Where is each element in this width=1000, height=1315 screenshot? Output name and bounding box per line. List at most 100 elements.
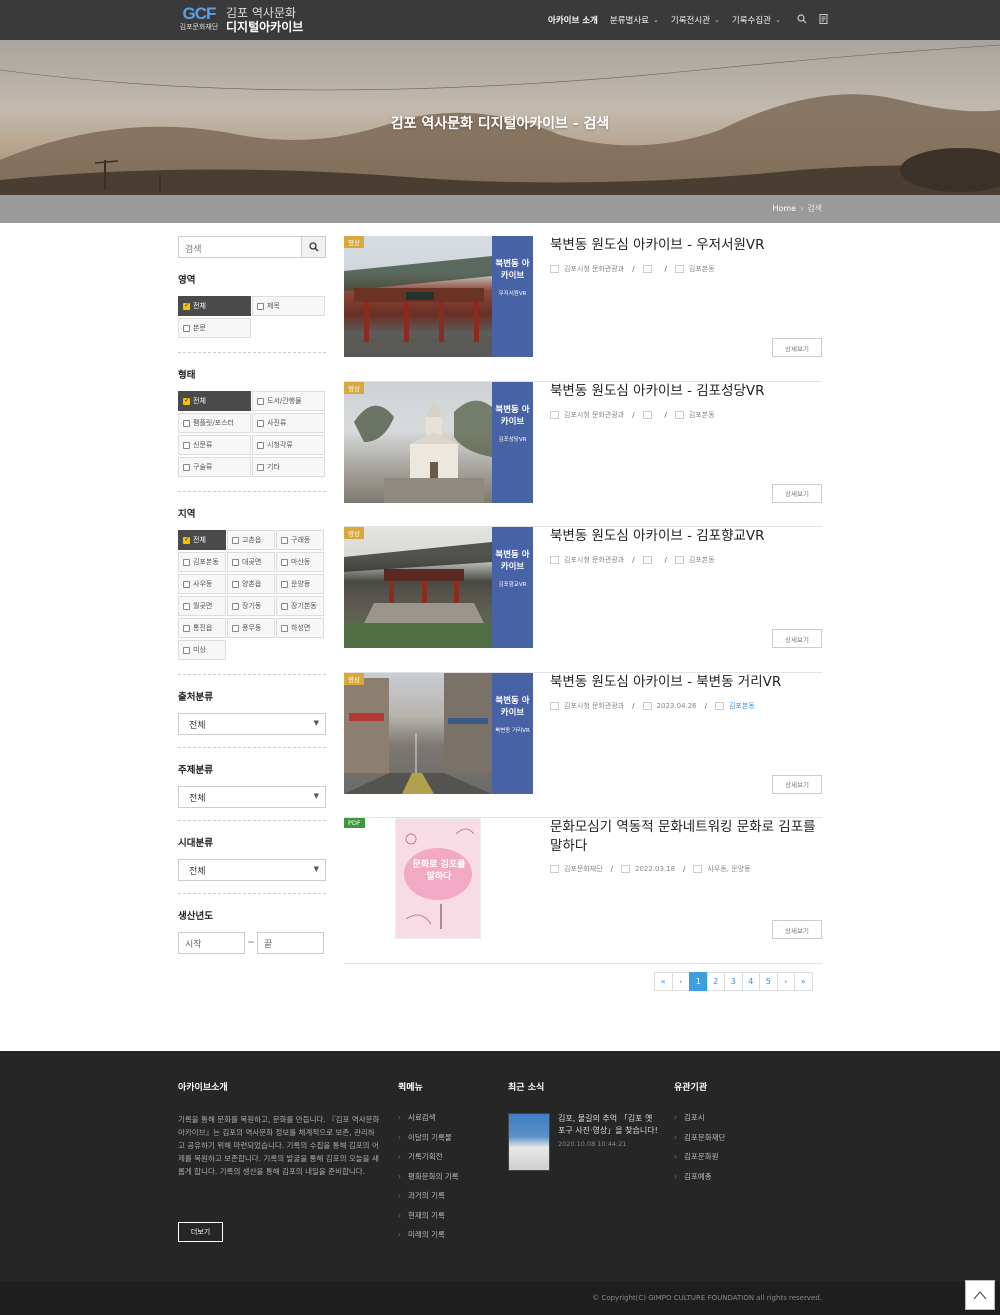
related-link[interactable]: › 김포문화원 <box>674 1152 725 1162</box>
edit-icon <box>550 865 559 873</box>
meta-place[interactable]: 김포본동 <box>689 264 715 274</box>
form-option[interactable]: 신문류 <box>178 435 251 455</box>
meta-date: 2022.03.18 <box>635 865 676 873</box>
region-option[interactable]: 전체 <box>178 530 226 550</box>
more-button[interactable]: 더보기 <box>178 1222 223 1242</box>
nav-item-exhibition[interactable]: 기록전시관 ⌄ <box>671 14 720 26</box>
region-option[interactable]: 마산동 <box>276 552 324 572</box>
meta-place[interactable]: 사우동, 운양동 <box>707 864 750 874</box>
quick-link[interactable]: › 평화문화의 기록 <box>398 1172 459 1182</box>
result-thumbnail[interactable]: PDF 문화로 김포를 말하다 <box>344 818 533 939</box>
area-option[interactable]: 본문 <box>178 318 251 338</box>
form-option[interactable]: 도서/간행물 <box>252 391 325 411</box>
region-option[interactable]: 양촌읍 <box>227 574 275 594</box>
region-option[interactable]: 운양동 <box>276 574 324 594</box>
quick-link[interactable]: › 현재의 기록 <box>398 1211 459 1221</box>
nav-item-collection[interactable]: 기록수집관 ⌄ <box>732 14 781 26</box>
scroll-top-button[interactable] <box>965 1280 995 1310</box>
source-select[interactable]: 전체 ▼ <box>178 713 326 735</box>
search-button[interactable] <box>301 237 325 257</box>
detail-button[interactable]: 상세보기 <box>772 774 822 794</box>
quick-link[interactable]: › 미래의 기록 <box>398 1230 459 1240</box>
search-icon[interactable] <box>797 13 807 27</box>
region-option[interactable]: 풍무동 <box>227 618 275 638</box>
area-option[interactable]: 제목 <box>252 296 325 316</box>
result-title[interactable]: 문화모심기 역동적 문화네트워킹 문화로 김포를 말하다 <box>550 818 822 856</box>
region-option[interactable]: 고촌읍 <box>227 530 275 550</box>
subject-select[interactable]: 전체 ▼ <box>178 786 326 808</box>
era-select[interactable]: 전체 ▼ <box>178 859 326 881</box>
chevron-down-icon: ▼ <box>313 792 319 800</box>
detail-button[interactable]: 상세보기 <box>772 338 822 357</box>
result-title[interactable]: 북변동 원도심 아카이브 - 우저서원VR <box>550 236 822 255</box>
region-option[interactable]: 장기본동 <box>276 596 324 616</box>
region-option[interactable]: 사우동 <box>178 574 226 594</box>
result-title[interactable]: 북변동 원도심 아카이브 - 북변동 거리VR <box>550 673 822 692</box>
document-icon[interactable] <box>819 13 828 27</box>
page-button[interactable]: 2 <box>706 972 725 991</box>
cathedral-image <box>354 399 492 503</box>
region-option[interactable]: 미상 <box>178 640 226 660</box>
breadcrumb-bar: Home › 검색 <box>0 195 1000 223</box>
meta-place[interactable]: 김포본동 <box>729 701 755 711</box>
copyright-text: © Copyright(C) GIMPO CULTURE FOUNDATION … <box>592 1294 822 1302</box>
link-label: 사료검색 <box>408 1113 436 1122</box>
quick-link[interactable]: › 사료검색 <box>398 1113 459 1123</box>
form-option[interactable]: 전체 <box>178 391 251 411</box>
page-prev-button[interactable]: ‹ <box>671 972 690 991</box>
page-button[interactable]: 3 <box>724 972 743 991</box>
meta-place[interactable]: 김포본동 <box>689 410 715 420</box>
region-option[interactable]: 대곶면 <box>227 552 275 572</box>
related-link[interactable]: › 김포시 <box>674 1113 725 1123</box>
nav-item-category[interactable]: 분류별사료 ⌄ <box>610 14 659 26</box>
quick-link[interactable]: › 기록기획전 <box>398 1152 459 1162</box>
result-title[interactable]: 북변동 원도심 아카이브 - 김포성당VR <box>550 382 822 401</box>
result-thumbnail[interactable]: 영상 북변동 아카이브 우저서원VR <box>344 236 533 357</box>
area-option[interactable]: 전체 <box>178 296 251 316</box>
result-title[interactable]: 북변동 원도심 아카이브 - 김포향교VR <box>550 527 822 546</box>
search-input[interactable] <box>179 240 299 260</box>
page-button[interactable]: 5 <box>759 972 778 991</box>
region-option[interactable]: 월곶면 <box>178 596 226 616</box>
page-button[interactable]: 4 <box>741 972 760 991</box>
form-option[interactable]: 시청각류 <box>252 435 325 455</box>
page-button[interactable]: 1 <box>689 972 708 991</box>
site-logo[interactable]: GCF 김포문화재단 김포 역사문화 디지털아카이브 <box>178 5 304 35</box>
detail-button[interactable]: 상세보기 <box>772 629 822 648</box>
footer-quick-menu: 퀵메뉴 › 사료검색 › 이달의 기록물 › 기록기획전 › 평화문화의 기록 › 과거의… <box>398 1080 459 1250</box>
nav-item-intro[interactable]: 아카이브 소개 <box>548 14 598 26</box>
page-last-button[interactable]: » <box>794 972 813 991</box>
year-end-input[interactable]: 끝 <box>257 932 324 954</box>
option-label: 운양동 <box>291 580 311 588</box>
detail-button[interactable]: 상세보기 <box>772 483 822 503</box>
quick-link[interactable]: › 이달의 기록물 <box>398 1133 459 1143</box>
page-first-button[interactable]: « <box>654 972 673 991</box>
form-option[interactable]: 사진류 <box>252 413 325 433</box>
meta-place[interactable]: 김포본동 <box>689 555 715 565</box>
related-link[interactable]: › 김포예총 <box>674 1172 725 1182</box>
form-option[interactable]: 구술류 <box>178 457 251 477</box>
quick-link[interactable]: › 과거의 기록 <box>398 1191 459 1201</box>
news-item[interactable]: 김포, 물길의 추억 「김포 옛 포구 사진·영상」을 찾습니다! 2020.1… <box>508 1113 658 1171</box>
region-option[interactable]: 장기동 <box>227 596 275 616</box>
related-link[interactable]: › 김포문화재단 <box>674 1133 725 1143</box>
calendar-icon <box>621 865 630 873</box>
page-next-button[interactable]: › <box>776 972 795 991</box>
meta-date: 2023.04.26 <box>656 701 697 710</box>
region-option[interactable]: 통진읍 <box>178 618 226 638</box>
year-start-input[interactable]: 시작 <box>178 932 245 954</box>
link-label: 김포문화재단 <box>684 1132 726 1142</box>
checkbox-icon <box>183 324 190 332</box>
result-thumbnail[interactable]: 영상 북변동 아카이브 김포향교VR <box>344 527 533 648</box>
form-option[interactable]: 기타 <box>252 457 325 477</box>
region-option[interactable]: 김포본동 <box>178 552 226 572</box>
link-label: 김포문화원 <box>684 1152 719 1161</box>
region-option[interactable]: 구래동 <box>276 530 324 550</box>
region-option[interactable]: 하성면 <box>276 618 324 638</box>
panel-title: 북변동 아카이브 <box>495 550 530 572</box>
detail-button[interactable]: 상세보기 <box>772 920 822 939</box>
result-thumbnail[interactable]: 영상 북변동 아카이브 북변동 거리VR <box>344 672 533 794</box>
result-thumbnail[interactable]: 영상 북변동 아카이브 김포성당VR <box>344 381 533 503</box>
breadcrumb-home[interactable]: Home <box>772 204 796 213</box>
form-option[interactable]: 팸플릿/포스터 <box>178 413 251 433</box>
